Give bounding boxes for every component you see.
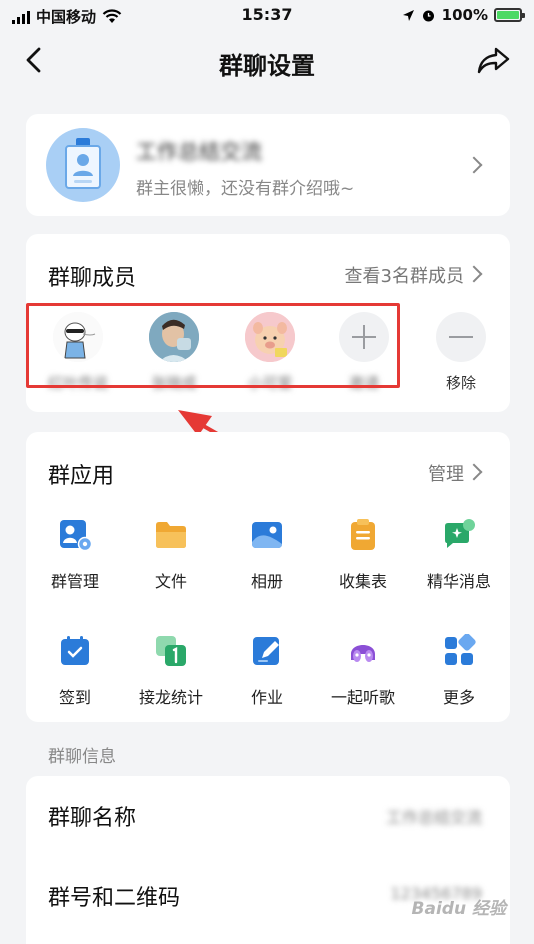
app-relay-stats[interactable]: 接龙统计 [126, 634, 216, 708]
folder-icon [156, 522, 186, 548]
group-id-row-title: 群号和二维码 [48, 886, 181, 911]
clipboard-icon [351, 519, 375, 550]
battery-percent: 100% [441, 6, 488, 24]
group-description: 群主很懒，还没有群介绍哦~ [136, 179, 355, 199]
chevron-right-icon [465, 265, 483, 283]
member-name: 小可爱 [247, 374, 293, 392]
app-label: 相册 [250, 572, 283, 591]
homework-icon [253, 637, 279, 665]
status-right: 100% [402, 6, 525, 24]
remove-member-button[interactable]: 移除 [421, 312, 501, 392]
app-more[interactable]: 更多 [414, 633, 504, 708]
status-bar: 中国移动 15:37 100% [0, 0, 534, 32]
page-title: 群聊设置 [219, 52, 315, 80]
chevron-right-icon [465, 156, 483, 174]
battery-icon [494, 8, 525, 22]
watermark: Baidu 经验 [411, 899, 506, 919]
member-item[interactable]: 小可爱 [230, 312, 310, 392]
group-avatar [46, 128, 120, 202]
app-label: 作业 [250, 688, 283, 707]
app-collection-form[interactable]: 收集表 [318, 518, 408, 592]
member-name: 红叶传说 [47, 374, 108, 392]
app-label: 群管理 [50, 572, 99, 591]
info-section-label: 群聊信息 [48, 747, 116, 767]
view-all-members-link[interactable]: 查看3名群成员 [345, 262, 464, 288]
check-in-icon [61, 636, 89, 665]
id-badge-icon [65, 138, 101, 189]
app-check-in[interactable]: 签到 [30, 634, 120, 708]
app-files[interactable]: 文件 [126, 518, 216, 592]
featured-message-icon [445, 519, 475, 548]
group-manage-icon [60, 520, 93, 552]
app-featured-messages[interactable]: 精华消息 [414, 518, 504, 592]
group-name-row-value: 工作总结交流 [385, 808, 482, 827]
member-avatar [53, 312, 103, 362]
location-icon [402, 9, 414, 21]
invite-label: 邀请 [348, 374, 379, 392]
manage-apps-link[interactable]: 管理 [428, 460, 464, 486]
app-label: 收集表 [338, 572, 387, 591]
app-label: 一起听歌 [330, 688, 395, 707]
app-label: 接龙统计 [138, 688, 203, 707]
member-name: 张晓成 [151, 374, 197, 392]
member-item[interactable]: 红叶传说 [38, 312, 118, 392]
chevron-right-icon [465, 463, 483, 481]
remove-label: 移除 [445, 374, 476, 392]
group-name-row[interactable]: 群聊名称 工作总结交流 [26, 776, 510, 854]
member-avatar [245, 312, 295, 362]
member-item[interactable]: 张晓成 [134, 312, 214, 392]
app-label: 文件 [154, 572, 187, 591]
members-card: 群聊成员 查看3名群成员 红叶传说 张晓成 小可爱 邀请 移除 [26, 234, 510, 412]
app-label: 更多 [442, 688, 475, 707]
app-listen-together[interactable]: 一起听歌 [318, 634, 408, 708]
battery-fill [497, 11, 519, 19]
minus-icon [436, 312, 486, 362]
app-homework[interactable]: 作业 [222, 634, 312, 708]
app-label: 精华消息 [426, 572, 491, 591]
plus-icon [339, 312, 389, 362]
apps-title: 群应用 [48, 464, 115, 489]
group-name-row-title: 群聊名称 [48, 806, 137, 831]
app-group-manage[interactable]: 群管理 [30, 518, 120, 592]
app-label: 签到 [58, 688, 91, 707]
member-avatar [149, 312, 199, 362]
navigation-bar: 群聊设置 [0, 32, 534, 90]
listen-together-icon [351, 645, 375, 662]
group-profile-card[interactable]: 工作总结交流 群主很懒，还没有群介绍哦~ [26, 114, 510, 216]
share-icon[interactable] [476, 44, 512, 76]
group-name: 工作总结交流 [136, 140, 262, 164]
app-album[interactable]: 相册 [222, 518, 312, 592]
invite-member-button[interactable]: 邀请 [324, 312, 404, 392]
group-apps-card: 群应用 管理 群管理 文件 相册 收集表 精华消息 签到 接龙统计 作业 一起听… [26, 432, 510, 722]
album-icon [252, 522, 282, 548]
more-apps-icon [445, 633, 476, 665]
alarm-icon [422, 10, 434, 21]
members-title: 群聊成员 [48, 266, 137, 291]
relay-stats-icon [156, 636, 186, 666]
